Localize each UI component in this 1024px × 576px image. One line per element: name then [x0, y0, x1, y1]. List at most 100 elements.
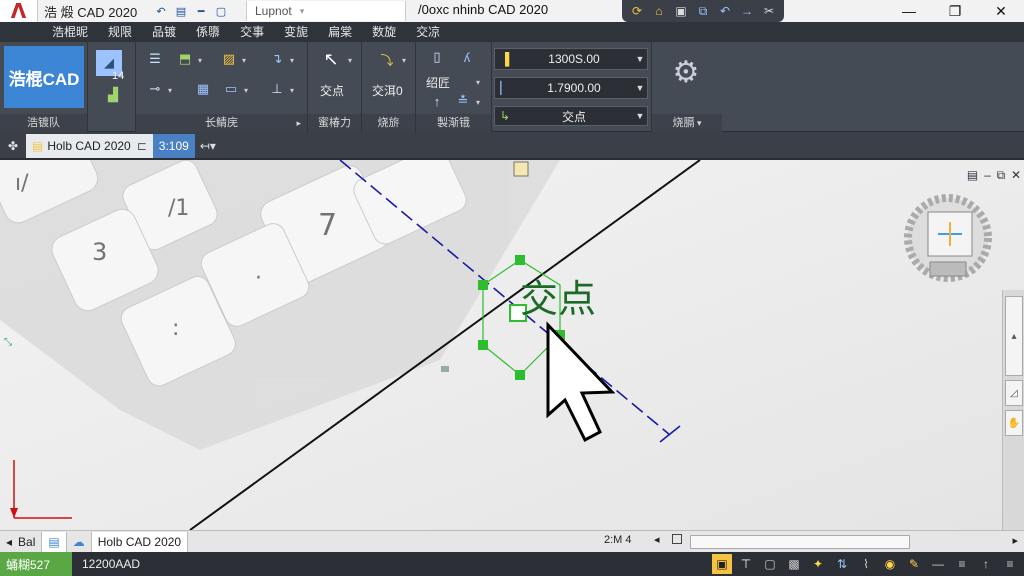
tab-layout[interactable]: Holb CAD 2020 [91, 531, 189, 552]
props-combo-1[interactable]: ▐ 1300S.00 ▼ [494, 48, 648, 70]
close-button[interactable]: ✕ [978, 0, 1024, 22]
app-logo[interactable]: Λ [0, 0, 38, 22]
curve-icon[interactable]: ʎ [456, 48, 478, 66]
tab-model[interactable]: ◂ Bal [0, 531, 43, 552]
pin-icon[interactable]: ↑ [426, 92, 448, 110]
maximize-button[interactable]: ❐ [932, 0, 978, 22]
chevron-down-icon[interactable]: ▾ [402, 56, 406, 65]
tools-icon[interactable]: ✂ [760, 3, 778, 19]
trim-icon[interactable]: ⊥ [266, 80, 288, 98]
copy-icon[interactable]: ⧉ [694, 3, 712, 19]
chevron-down-icon[interactable]: ▾ [168, 86, 172, 95]
workspace-icon[interactable]: — [928, 554, 948, 574]
grip-point[interactable] [478, 280, 488, 290]
menu-item-7[interactable]: 扁棠 [318, 22, 362, 42]
pan-icon[interactable]: ✋ [1005, 410, 1023, 436]
minus-icon[interactable]: ━ [192, 3, 210, 19]
brand-button[interactable]: 浩棍CAD [4, 46, 84, 108]
grid-icon[interactable]: ▢ [760, 554, 780, 574]
props-combo-2[interactable]: ▏ 1.7900.00 ▼ [494, 77, 648, 99]
align-icon[interactable]: ≛ [452, 92, 474, 110]
tab-layout-icon[interactable]: ▤ [42, 531, 67, 552]
region-icon[interactable]: ▭ [220, 80, 242, 98]
save-icon[interactable]: ▣ [672, 3, 690, 19]
home-icon[interactable]: ⌂ [650, 3, 668, 19]
line-icon[interactable]: ☰ [144, 50, 166, 68]
chevron-down-icon[interactable]: ▾ [348, 56, 352, 65]
props-combo-3[interactable]: ↳ 交点 ▼ [494, 106, 648, 126]
menu-item-6[interactable]: 变旎 [274, 22, 318, 42]
viewcube[interactable] [904, 194, 992, 282]
scroll-thumb[interactable]: ▴ [1005, 296, 1023, 376]
scroll-box-icon[interactable] [672, 534, 682, 544]
search-input[interactable]: Lupnot ▾ [246, 1, 406, 21]
chevron-down-icon[interactable]: ▾ [244, 86, 248, 95]
zoom-icon[interactable]: ⚙ [666, 52, 706, 92]
chevron-down-icon[interactable]: ▾ [242, 56, 246, 65]
page-icon[interactable]: ▯ [426, 48, 448, 66]
refresh-icon[interactable]: ⟳ [628, 3, 646, 19]
chevron-down-icon[interactable]: ▾ [694, 118, 702, 128]
snap-mode-icon[interactable]: ▣ [712, 554, 732, 574]
tab-menu-icon[interactable]: ✤ [0, 134, 26, 158]
osnap-toggle-icon[interactable]: ✦ [808, 554, 828, 574]
snap-icon[interactable]: ⤵ [376, 50, 398, 68]
menu-item-8[interactable]: 数旋 [362, 22, 406, 42]
tab-scroll-icon[interactable]: ↤▾ [195, 134, 221, 158]
layer-small-icon[interactable]: ▟ [102, 86, 124, 104]
annotation-icon[interactable]: ✎ [904, 554, 924, 574]
polar-icon[interactable]: ▩ [784, 554, 804, 574]
rect-icon[interactable]: ▨ [218, 50, 240, 68]
menu-item-4[interactable]: 係隳 [186, 22, 230, 42]
chevron-down-icon[interactable]: ▾ [198, 56, 202, 65]
drawing-canvas[interactable]: ı/ /1 3 7 · : ⤡ 交点 ▤ – ⧉ ✕ ▴ ◿ ✋ [0, 160, 1024, 530]
close-tab-icon[interactable]: ⊏ [137, 139, 147, 153]
window-icon[interactable]: ▢ [212, 3, 230, 19]
tab-new[interactable]: 3:109 [152, 134, 195, 158]
grip-point[interactable] [478, 340, 488, 350]
chevron-down-icon[interactable]: ▾ [290, 56, 294, 65]
viewport-min-icon[interactable]: – [984, 168, 991, 182]
settings-icon[interactable]: ≡ [952, 554, 972, 574]
lineweight-toggle-icon[interactable]: ⌇ [856, 554, 876, 574]
status-model-badge[interactable]: 蛹糊527 [0, 552, 72, 576]
viewport-menu-icon[interactable]: ▤ [967, 168, 978, 182]
jiaocha-button[interactable]: 交洱0 [372, 82, 403, 99]
undo-icon[interactable]: ↶ [152, 3, 170, 19]
chevron-down-icon[interactable]: ▾ [290, 86, 294, 95]
otrack-icon[interactable]: ⇅ [832, 554, 852, 574]
customize-icon[interactable]: ≡ [1000, 554, 1020, 574]
viewport-close-icon[interactable]: ✕ [1011, 168, 1021, 182]
menu-item-5[interactable]: 交事 [230, 22, 274, 42]
nav-bar-button[interactable]: ◿ [1005, 380, 1023, 406]
circle-icon[interactable]: ⊸ [144, 80, 166, 98]
menu-item-1[interactable]: 浩棍昵 [42, 22, 98, 42]
forward-icon[interactable]: → [738, 3, 756, 19]
folder-icon[interactable]: ▤ [172, 3, 190, 19]
transparency-icon[interactable]: ◉ [880, 554, 900, 574]
panel-expand-icon[interactable]: ▸ [296, 114, 301, 132]
tab-layout-arrow[interactable]: ☁ [67, 531, 92, 552]
select-cursor-icon[interactable]: ↖ [320, 49, 342, 69]
grip-point[interactable] [515, 370, 525, 380]
vertical-scrollbar[interactable]: ▴ ◿ ✋ [1002, 290, 1024, 530]
back-icon[interactable]: ↶ [716, 3, 734, 19]
menu-item-3[interactable]: 品镀 [142, 22, 186, 42]
hatch-icon[interactable]: ▦ [192, 80, 214, 98]
menu-item-9[interactable]: 交凉 [406, 22, 450, 42]
arc-icon[interactable]: ↴ [266, 50, 288, 68]
menu-item-2[interactable]: 规限 [98, 22, 142, 42]
polyline-icon[interactable]: ⬒ [174, 50, 196, 68]
horizontal-scrollbar[interactable] [690, 535, 910, 549]
tab-drawing[interactable]: ▤ Holb CAD 2020 ⊏ [26, 134, 153, 158]
minimize-button[interactable]: — [886, 0, 932, 22]
fullscreen-icon[interactable]: ↑ [976, 554, 996, 574]
grip-point[interactable] [515, 255, 525, 265]
chevron-down-icon[interactable]: ▾ [476, 78, 480, 87]
jiaodian-button[interactable]: 交点 [320, 82, 344, 99]
ortho-icon[interactable]: ⊤ [736, 554, 756, 574]
viewport-restore-icon[interactable]: ⧉ [997, 168, 1006, 183]
scroll-right-icon[interactable]: ▸ [1012, 534, 1018, 547]
chevron-down-icon[interactable]: ▾ [476, 98, 480, 107]
scroll-left-icon[interactable]: ◂ [654, 533, 660, 546]
